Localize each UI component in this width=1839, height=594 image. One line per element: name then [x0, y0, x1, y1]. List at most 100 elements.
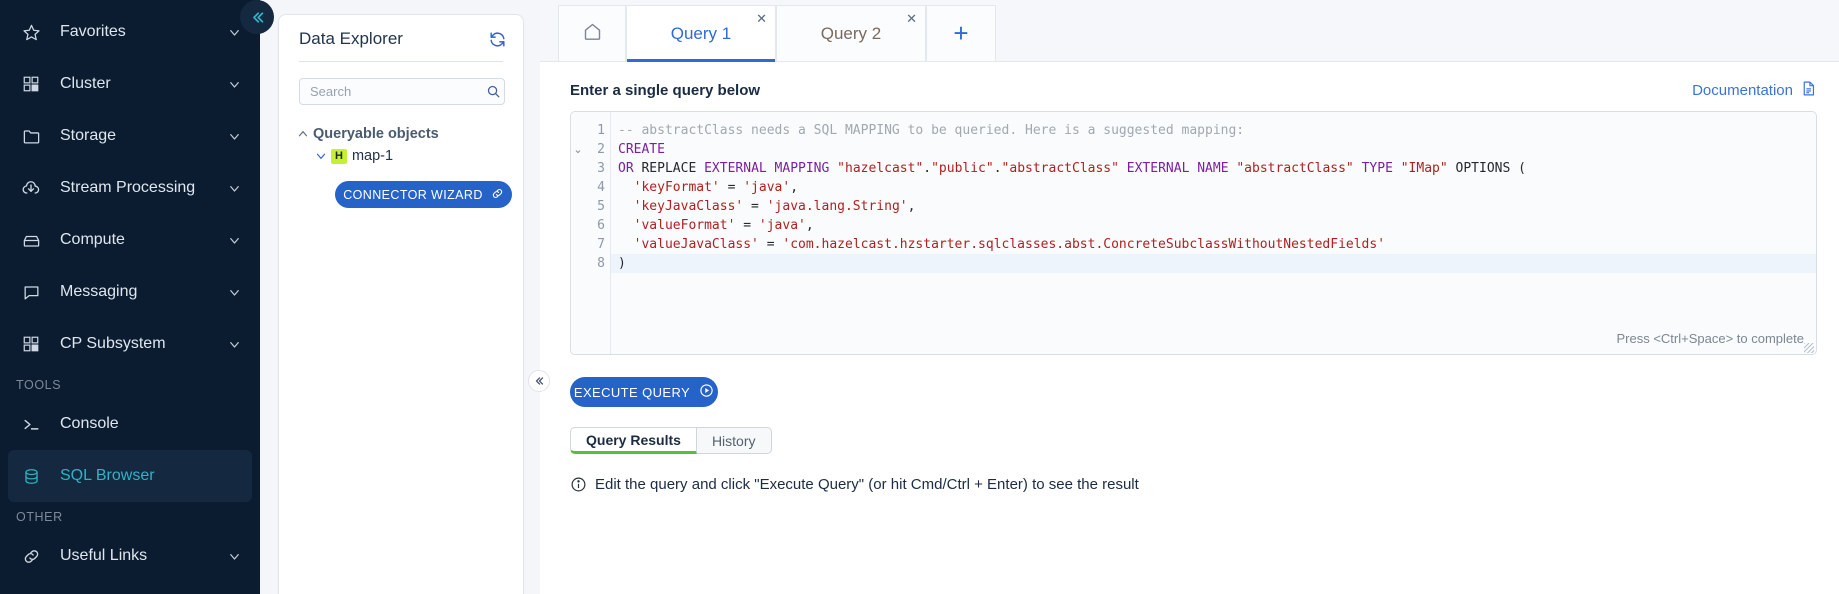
fold-spacer — [571, 254, 585, 273]
chevron-down-icon[interactable] — [227, 285, 242, 300]
close-icon[interactable]: ✕ — [906, 12, 917, 25]
tab-history[interactable]: History — [697, 427, 772, 454]
tree-root-queryable-objects[interactable]: Queryable objects — [293, 123, 513, 145]
sidebar-item-label: Stream Processing — [46, 179, 227, 197]
link-icon — [16, 547, 46, 566]
code-line: 'valueFormat' = 'java', — [618, 216, 1816, 235]
query-tab-bar: Query 1 ✕ Query 2 ✕ + — [540, 0, 1839, 62]
line-number: 2 — [585, 140, 605, 159]
close-icon[interactable]: ✕ — [756, 12, 767, 25]
data-explorer-panel: Data Explorer Queryable objects H map — [260, 0, 540, 594]
home-icon — [582, 21, 603, 47]
line-number: 4 — [585, 178, 605, 197]
query-panel-header: Enter a single query below Documentation — [560, 62, 1819, 111]
search-icon[interactable] — [486, 84, 501, 99]
sidebar-item-storage[interactable]: Storage — [0, 110, 260, 162]
add-tab-button[interactable]: + — [926, 5, 996, 61]
grid-icon — [16, 75, 46, 93]
sidebar-item-cp-subsystem[interactable]: CP Subsystem — [0, 318, 260, 370]
sidebar-item-label: Useful Links — [46, 547, 227, 565]
chevron-down-icon[interactable] — [227, 25, 242, 40]
sql-editor[interactable]: ⌄ 12345678 -- abstractClass needs a SQL … — [570, 111, 1817, 355]
tree-root-label: Queryable objects — [313, 126, 439, 142]
fold-spacer — [571, 121, 585, 140]
line-number: 5 — [585, 197, 605, 216]
chevron-down-icon[interactable] — [227, 233, 242, 248]
editor-hint: Press <Ctrl+Space> to complete — [1616, 331, 1804, 346]
hazelcast-badge: H — [331, 149, 347, 164]
chevron-down-icon[interactable] — [227, 181, 242, 196]
sidebar-item-favorites[interactable]: Favorites — [0, 6, 260, 58]
connector-wizard-button[interactable]: CONNECTOR WIZARD — [335, 181, 512, 208]
results-empty-message: Edit the query and click "Execute Query"… — [570, 476, 1819, 493]
query-panel: Enter a single query below Documentation… — [540, 62, 1839, 594]
tab-home[interactable] — [558, 5, 626, 61]
nav-collapse-button[interactable] — [240, 0, 274, 34]
editor-fold-column: ⌄ — [571, 112, 585, 354]
tab-label: Query 1 — [671, 24, 731, 44]
search-input[interactable] — [310, 84, 486, 99]
code-line: -- abstractClass needs a SQL MAPPING to … — [618, 121, 1816, 140]
document-icon — [1800, 80, 1817, 101]
chevron-up-icon[interactable] — [293, 127, 313, 141]
chevron-down-icon[interactable] — [227, 337, 242, 352]
left-navigation: Favorites Cluster Storage Stream Process… — [0, 0, 260, 594]
editor-code[interactable]: -- abstractClass needs a SQL MAPPING to … — [611, 112, 1816, 354]
tab-query-2[interactable]: Query 2 ✕ — [776, 5, 926, 61]
fold-spacer — [571, 159, 585, 178]
sql-browser-page: Favorites Cluster Storage Stream Process… — [0, 0, 1839, 594]
sidebar-item-cluster[interactable]: Cluster — [0, 58, 260, 110]
tab-label: Query 2 — [821, 24, 881, 44]
line-number: 7 — [585, 235, 605, 254]
results-tab-bar: Query Results History — [570, 427, 1819, 454]
fold-chevron-down-icon[interactable]: ⌄ — [571, 140, 585, 159]
results-empty-text: Edit the query and click "Execute Query"… — [595, 476, 1139, 493]
code-line: ) — [611, 254, 1816, 273]
folder-icon — [16, 127, 46, 146]
sidebar-item-label: Storage — [46, 127, 227, 145]
chat-bubble-icon — [16, 283, 46, 302]
sidebar-section-other: OTHER — [0, 502, 260, 530]
line-number: 6 — [585, 216, 605, 235]
sidebar-item-label: SQL Browser — [46, 467, 234, 485]
sidebar-item-sql-browser[interactable]: SQL Browser — [8, 450, 252, 502]
divider — [299, 61, 503, 62]
page-title: Data Explorer — [299, 29, 403, 49]
cloud-download-icon — [16, 178, 46, 198]
sidebar-item-useful-links[interactable]: Useful Links — [0, 530, 260, 582]
code-line: 'keyJavaClass' = 'java.lang.String', — [618, 197, 1816, 216]
chevron-down-icon[interactable] — [311, 149, 331, 163]
fold-spacer — [571, 235, 585, 254]
execute-query-button[interactable]: EXECUTE QUERY — [570, 377, 718, 407]
tree-item-label: map-1 — [352, 148, 393, 164]
code-line: CREATE — [618, 140, 1816, 159]
sidebar-item-stream-processing[interactable]: Stream Processing — [0, 162, 260, 214]
tab-query-results[interactable]: Query Results — [570, 427, 697, 454]
documentation-label: Documentation — [1692, 82, 1793, 99]
line-number: 8 — [585, 254, 605, 273]
documentation-link[interactable]: Documentation — [1692, 80, 1817, 101]
sidebar-item-compute[interactable]: Compute — [0, 214, 260, 266]
link-icon — [491, 187, 504, 203]
tree-item-map-1[interactable]: H map-1 — [293, 145, 513, 167]
chevron-down-icon[interactable] — [227, 549, 242, 564]
editor-line-numbers: 12345678 — [585, 112, 611, 354]
refresh-icon[interactable] — [488, 30, 507, 49]
data-explorer-header: Data Explorer — [279, 29, 523, 61]
sidebar-item-console[interactable]: Console — [0, 398, 260, 450]
object-tree: Queryable objects H map-1 CONNECTOR WIZA… — [279, 105, 523, 208]
chevron-down-icon[interactable] — [227, 77, 242, 92]
chevron-down-icon[interactable] — [227, 129, 242, 144]
sidebar-item-label: Cluster — [46, 75, 227, 93]
double-chevron-left-icon — [533, 375, 545, 387]
code-line: 'valueJavaClass' = 'com.hazelcast.hzstar… — [618, 235, 1816, 254]
sidebar-item-label: Messaging — [46, 283, 227, 301]
explorer-collapse-button[interactable] — [528, 370, 550, 392]
sidebar-item-messaging[interactable]: Messaging — [0, 266, 260, 318]
connector-wizard-label: CONNECTOR WIZARD — [343, 188, 483, 202]
search-box[interactable] — [299, 78, 505, 105]
sidebar-section-tools: TOOLS — [0, 370, 260, 398]
editor-resize-grip[interactable] — [1804, 343, 1814, 353]
tab-query-1[interactable]: Query 1 ✕ — [626, 5, 776, 61]
data-explorer-card: Data Explorer Queryable objects H map — [278, 14, 524, 594]
